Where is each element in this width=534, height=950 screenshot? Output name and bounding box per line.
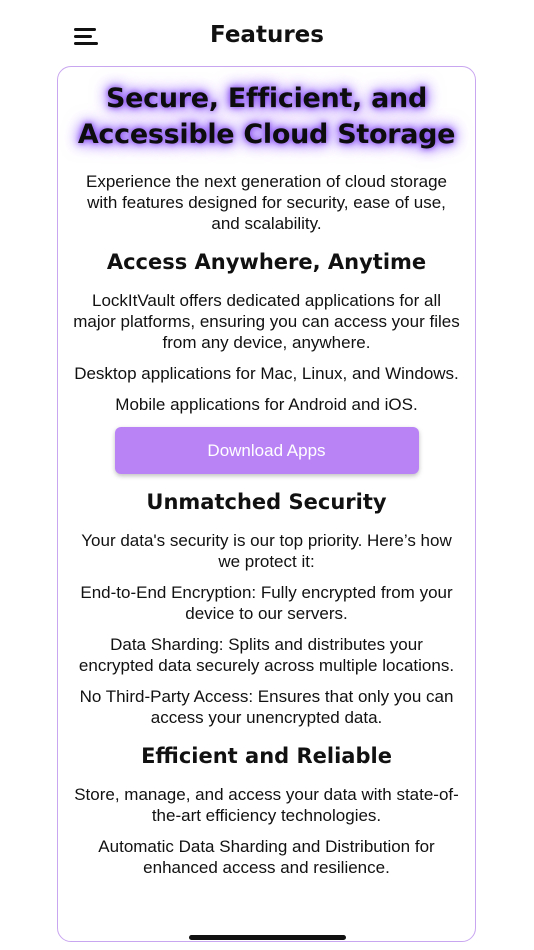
no-third-party-text: No Third-Party Access: Ensures that only… <box>79 687 454 727</box>
access-description: LockItVault offers dedicated application… <box>73 291 460 352</box>
access-heading: Access Anywhere, Anytime <box>106 250 427 274</box>
auto-sharding-text: Automatic Data Sharding and Distribution… <box>98 837 435 877</box>
features-card[interactable]: Secure, Efficient, and Accessible Cloud … <box>57 66 476 942</box>
sharding-text: Data Sharding: Splits and distributes yo… <box>78 635 455 675</box>
home-indicator[interactable] <box>189 935 346 940</box>
intro-text: Experience the next generation of cloud … <box>85 172 448 233</box>
download-apps-button[interactable]: Download Apps <box>114 427 419 474</box>
mobile-apps-text: Mobile applications for Android and iOS. <box>115 395 418 414</box>
encryption-text: End-to-End Encryption: Fully encrypted f… <box>80 583 453 623</box>
security-intro: Your data's security is our top priority… <box>81 531 452 571</box>
top-bar: Features <box>0 0 534 66</box>
security-heading: Unmatched Security <box>146 490 387 514</box>
desktop-apps-text: Desktop applications for Mac, Linux, and… <box>74 364 459 383</box>
page-title: Features <box>210 22 324 48</box>
efficiency-text: Store, manage, and access your data with… <box>74 785 459 825</box>
efficiency-heading: Efficient and Reliable <box>141 744 392 768</box>
hero-title: Secure, Efficient, and Accessible Cloud … <box>77 83 456 150</box>
